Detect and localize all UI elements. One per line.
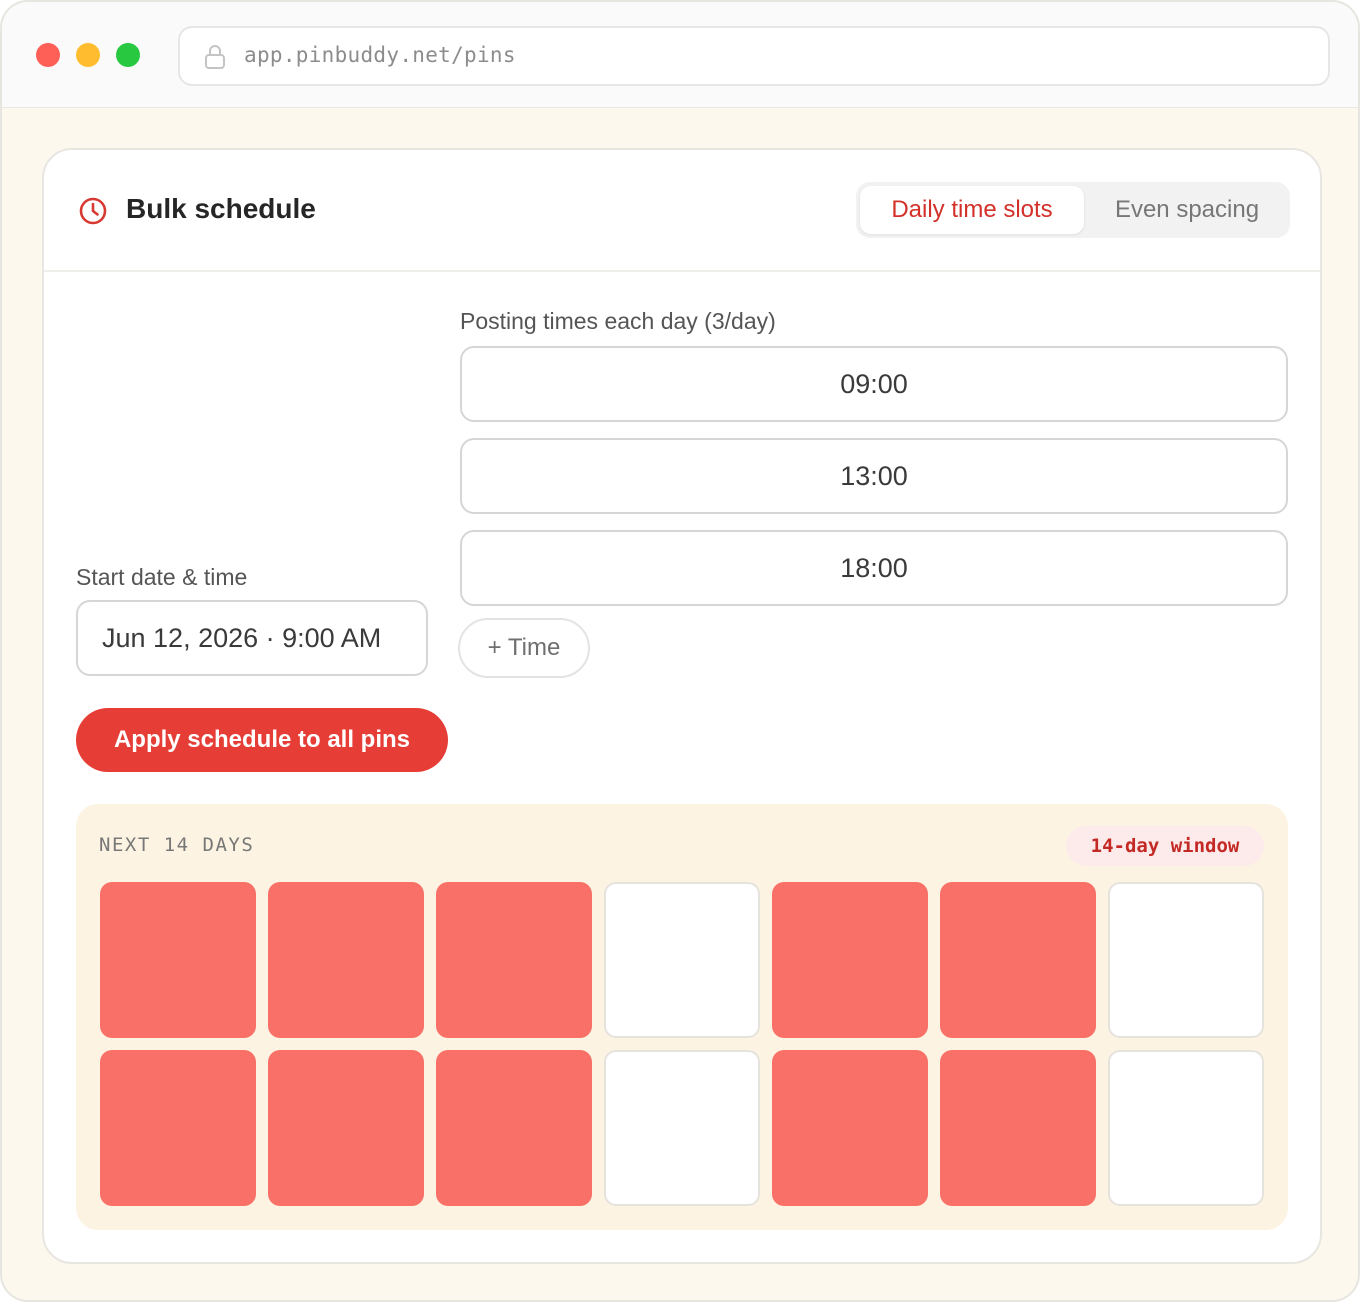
schedule-mode-toggle: Daily time slots Even spacing [856,182,1290,238]
add-time-button[interactable]: + Time [458,618,590,678]
day-cell-scheduled [100,882,256,1038]
time-slot-input[interactable]: 18:00 [460,530,1288,606]
close-window-button[interactable] [36,43,60,67]
start-date-label: Start date & time [76,564,248,590]
browser-titlebar: app.pinbuddy.net/pins [2,2,1358,108]
minimize-window-button[interactable] [76,43,100,67]
day-cell-scheduled [100,1050,256,1206]
day-cell-empty [604,882,760,1038]
browser-window: app.pinbuddy.net/pins Bulk schedule Dail… [0,0,1360,1302]
day-cell-empty [604,1050,760,1206]
day-cell-scheduled [436,882,592,1038]
clock-icon [79,197,107,225]
day-cell-scheduled [772,882,928,1038]
tab-even-spacing[interactable]: Even spacing [1088,186,1286,234]
posting-times-label: Posting times each day (3/day) [460,308,776,334]
day-cell-empty [1108,1050,1264,1206]
maximize-window-button[interactable] [116,43,140,67]
apply-schedule-button[interactable]: Apply schedule to all pins [76,708,448,772]
day-cell-scheduled [268,1050,424,1206]
lock-icon [205,45,225,69]
schedule-preview: NEXT 14 DAYS 14-day window [76,804,1288,1230]
day-cell-scheduled [772,1050,928,1206]
address-bar[interactable]: app.pinbuddy.net/pins [178,26,1330,86]
preview-title: NEXT 14 DAYS [99,834,255,856]
time-slot-input[interactable]: 13:00 [460,438,1288,514]
tab-daily-time-slots[interactable]: Daily time slots [860,186,1084,234]
bulk-schedule-card: Bulk schedule Daily time slots Even spac… [42,148,1322,1264]
card-title: Bulk schedule [126,193,316,224]
day-cell-scheduled [940,882,1096,1038]
time-slot-input[interactable]: 09:00 [460,346,1288,422]
day-cell-scheduled [940,1050,1096,1206]
day-cell-scheduled [268,882,424,1038]
day-cell-scheduled [436,1050,592,1206]
start-date-input[interactable]: Jun 12, 2026 · 9:00 AM [76,600,428,676]
window-badge: 14-day window [1066,826,1264,866]
url-text: app.pinbuddy.net/pins [244,43,516,67]
day-grid [100,882,1266,1208]
card-header: Bulk schedule Daily time slots Even spac… [44,150,1320,272]
day-cell-empty [1108,882,1264,1038]
